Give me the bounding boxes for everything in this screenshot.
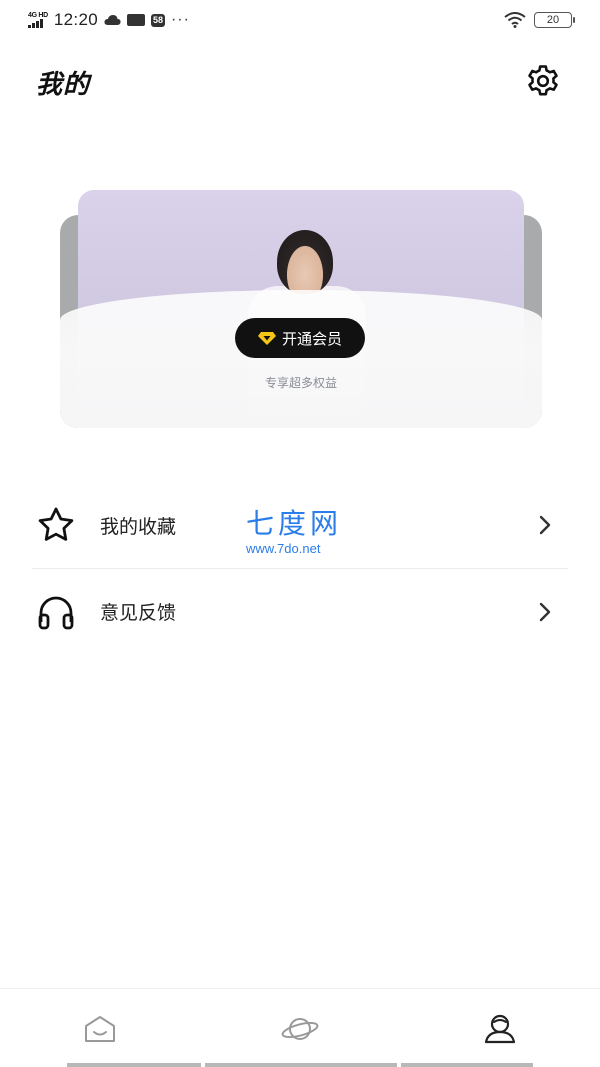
status-bar-left: 4G HD 12:20 58 ··· bbox=[28, 10, 190, 30]
cloud-icon bbox=[104, 14, 121, 26]
notification-badge: 58 bbox=[150, 13, 165, 27]
bottom-nav bbox=[0, 988, 600, 1067]
tab-indicator-home bbox=[67, 1063, 201, 1067]
tab-profile[interactable] bbox=[400, 989, 600, 1067]
tab-indicator-profile bbox=[401, 1063, 533, 1067]
more-notifications-icon: ··· bbox=[170, 11, 190, 28]
status-bar: 4G HD 12:20 58 ··· 20 bbox=[0, 0, 600, 40]
menu-item-label: 意见反馈 bbox=[100, 602, 177, 624]
tab-home[interactable] bbox=[0, 989, 200, 1067]
notification-icon bbox=[126, 14, 145, 26]
page-header: 我的 bbox=[0, 56, 600, 106]
network-type: 4G HD bbox=[28, 12, 48, 19]
vip-banner[interactable]: 开通会员 专享超多权益 bbox=[60, 190, 542, 428]
status-bar-right: 20 bbox=[504, 12, 575, 28]
diamond-icon bbox=[257, 332, 276, 345]
signal-icon: 4G HD bbox=[28, 12, 48, 28]
tab-indicator-discover bbox=[205, 1063, 397, 1067]
banner-person-head bbox=[277, 230, 333, 294]
headphones-icon bbox=[34, 590, 78, 634]
watermark-url: www.7do.net bbox=[246, 541, 321, 556]
gear-icon bbox=[528, 65, 558, 96]
open-membership-button[interactable]: 开通会员 bbox=[235, 318, 365, 358]
watermark-title: 七度网 bbox=[246, 507, 343, 540]
profile-icon bbox=[484, 1014, 516, 1044]
home-icon bbox=[85, 1016, 115, 1042]
settings-button[interactable] bbox=[522, 60, 564, 102]
menu-item-feedback[interactable]: 意见反馈 bbox=[32, 568, 568, 654]
watermark: 七度网 www.7do.net bbox=[246, 507, 366, 557]
clock: 12:20 bbox=[53, 10, 98, 29]
page-title: 我的 bbox=[36, 70, 91, 100]
tab-discover[interactable] bbox=[200, 989, 400, 1067]
membership-benefits-text: 专享超多权益 bbox=[264, 376, 337, 390]
menu-item-label: 我的收藏 bbox=[100, 515, 177, 538]
chevron-right-icon bbox=[539, 515, 551, 535]
banner-fade-overlay bbox=[60, 290, 542, 428]
battery-icon: 20 bbox=[534, 12, 575, 28]
open-membership-label: 开通会员 bbox=[281, 329, 342, 348]
chevron-right-icon bbox=[539, 602, 551, 622]
star-icon bbox=[34, 503, 78, 547]
planet-icon bbox=[281, 1018, 319, 1040]
wifi-icon bbox=[504, 12, 526, 28]
